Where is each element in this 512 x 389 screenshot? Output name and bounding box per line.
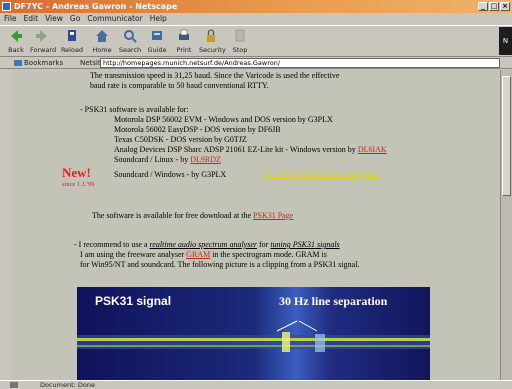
menu-go[interactable]: Go xyxy=(70,13,80,25)
gram-link[interactable]: GRAM xyxy=(186,250,210,259)
spectrogram-label-left: PSK31 signal xyxy=(95,294,172,308)
audio-analyser-link[interactable]: realtime audio spectrum analyser xyxy=(150,240,257,249)
window-controls: _ □ × xyxy=(478,2,510,11)
recommend-mid: for xyxy=(259,240,269,249)
print-button[interactable]: Print xyxy=(172,28,196,56)
software-item-4: Analog Devices DSP Sharc ADSP 21061 EZ-L… xyxy=(114,145,387,155)
download-text: The software is available for free downl… xyxy=(92,211,252,220)
status-bar: Document: Done xyxy=(0,380,512,389)
security-button[interactable]: Security xyxy=(199,28,226,56)
navigation-toolbar: Back Forward Reload Home Search Guide Pr… xyxy=(0,25,512,57)
guide-icon xyxy=(152,31,162,40)
search-label: Search xyxy=(118,46,142,54)
printer-icon xyxy=(179,29,189,40)
recommend-2-text: I am using the freeware analyser xyxy=(80,250,185,259)
print-label: Print xyxy=(176,46,192,54)
stop-icon xyxy=(235,29,245,42)
forward-label: Forward xyxy=(30,46,57,54)
close-button[interactable]: × xyxy=(500,2,510,11)
software-item-3: Texas C50DSK - DOS version by G0TJZ xyxy=(114,135,247,144)
netscape-window-icon xyxy=(2,2,11,11)
software-item-2: Motorola 56002 EasyDSP - DOS version by … xyxy=(114,125,281,134)
reload-icon xyxy=(68,30,76,41)
title-bar: DF7YC - Andreas Gawron - Netscape _ □ × xyxy=(0,0,512,13)
search-icon xyxy=(124,30,137,43)
spectrogram-label-right: 30 Hz line separation xyxy=(279,294,388,308)
reload-button[interactable]: Reload xyxy=(60,28,84,56)
psk31-page-link[interactable]: PSK31 Page xyxy=(253,211,293,220)
software-item-6: Soundcard / Windows - by G3PLX xyxy=(114,170,227,179)
forward-button[interactable]: Forward xyxy=(30,28,57,56)
netscape-logo-icon: N xyxy=(499,27,512,55)
software-heading: - PSK31 software is available for: xyxy=(80,105,189,114)
intro-line-1: The transmission speed is 31,25 baud. Si… xyxy=(90,71,340,80)
menu-file[interactable]: File xyxy=(4,13,17,25)
recommend-2-rest: in the spectrogram mode. GRAM is xyxy=(212,250,327,259)
home-button[interactable]: Home xyxy=(90,28,114,56)
home-label: Home xyxy=(92,46,112,54)
guide-button[interactable]: Guide xyxy=(145,28,169,56)
menu-edit[interactable]: Edit xyxy=(24,13,39,25)
maximize-button[interactable]: □ xyxy=(489,2,499,11)
dl9rdz-link[interactable]: DL9RDZ xyxy=(190,155,221,164)
stop-label: Stop xyxy=(232,46,248,54)
search-button[interactable]: Search xyxy=(118,28,142,56)
intro-line-2: baud rate is comparable to 50 baud conve… xyxy=(90,81,269,90)
scrollbar-thumb[interactable] xyxy=(502,76,511,196)
location-url-field[interactable]: http://homepages.munich.netsurf.de/Andre… xyxy=(100,58,500,68)
software-item-5-text: Soundcard / Linux - by xyxy=(114,155,189,164)
back-label: Back xyxy=(8,46,24,54)
back-arrow-icon xyxy=(11,30,22,42)
menu-help[interactable]: Help xyxy=(150,13,167,25)
menu-view[interactable]: View xyxy=(45,13,63,25)
bookmarks-button[interactable]: Bookmarks xyxy=(24,57,63,69)
lock-icon xyxy=(207,29,215,42)
new-since-note: since 1.1.'99 xyxy=(62,181,95,188)
reload-label: Reload xyxy=(60,46,84,54)
software-item-4-text: Analog Devices DSP Sharc ADSP 21061 EZ-L… xyxy=(114,145,356,154)
forward-arrow-icon xyxy=(36,30,47,42)
software-item-1: Motorola DSP 56002 EVM - Windows and DOS… xyxy=(114,115,333,124)
page-content: The transmission speed is 31,25 baud. Si… xyxy=(12,70,500,380)
dl6iak-link[interactable]: DL6IAK xyxy=(358,145,387,154)
new-badge: New! xyxy=(62,165,91,180)
download-line: The software is available for free downl… xyxy=(92,211,293,221)
bookmarks-icon xyxy=(14,60,22,66)
recommend-line-2: I am using the freeware analyser GRAM in… xyxy=(80,250,327,260)
connection-status-icon xyxy=(10,382,18,388)
psk31-spectrogram-image: PSK31 signal 30 Hz line separation xyxy=(77,287,430,380)
tuning-psk31-link[interactable]: tuning PSK31 signals xyxy=(270,240,339,249)
recommend-line-1: - I recommend to use a realtime audio sp… xyxy=(74,240,340,250)
location-toolbar: Bookmarks Netsite: http://homepages.muni… xyxy=(0,57,512,69)
home-icon xyxy=(96,30,108,42)
back-button[interactable]: Back xyxy=(4,28,28,56)
stop-button[interactable]: Stop xyxy=(228,28,252,56)
recommend-prefix: - I recommend to use a xyxy=(74,240,148,249)
guide-label: Guide xyxy=(147,46,167,54)
software-item-5: Soundcard / Linux - by DL9RDZ xyxy=(114,155,221,165)
status-text: Document: Done xyxy=(40,381,96,389)
menu-bar: File Edit View Go Communicator Help xyxy=(0,13,512,25)
spectrum-analyser-link[interactable]: V. 1.03 with spectrum analyser ! xyxy=(264,169,381,179)
menu-communicator[interactable]: Communicator xyxy=(87,13,142,25)
vertical-scrollbar[interactable] xyxy=(500,70,512,380)
recommend-line-3: for Win95/NT and soundcard. The followin… xyxy=(80,260,360,269)
window-title: DF7YC - Andreas Gawron - Netscape xyxy=(14,2,178,11)
security-label: Security xyxy=(199,46,226,54)
minimize-button[interactable]: _ xyxy=(478,2,488,11)
browser-window: DF7YC - Andreas Gawron - Netscape _ □ × … xyxy=(0,0,512,389)
